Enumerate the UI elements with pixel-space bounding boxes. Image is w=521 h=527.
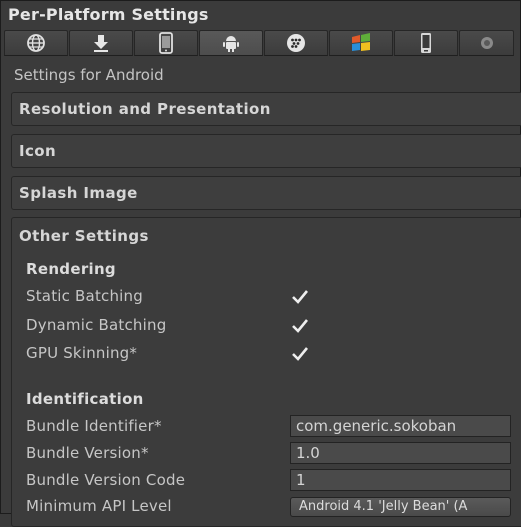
tab-web[interactable]: [4, 30, 68, 56]
tab-console[interactable]: [459, 30, 514, 56]
static-batching-checkbox[interactable]: [290, 287, 310, 307]
dynamic-batching-label: Dynamic Batching: [26, 316, 167, 334]
checkmark-icon: [292, 347, 309, 361]
blackberry-icon: [287, 34, 305, 52]
tab-android[interactable]: [199, 30, 263, 56]
checkmark-icon: [292, 290, 309, 304]
minimum-api-level-dropdown[interactable]: Android 4.1 'Jelly Bean' (A: [290, 497, 511, 517]
download-icon: [94, 35, 108, 52]
rendering-heading: Rendering: [26, 260, 116, 278]
settings-for-label: Settings for Android: [14, 66, 164, 84]
android-icon: [223, 36, 239, 52]
bundle-version-field[interactable]: 1.0: [290, 442, 511, 464]
tab-windows-store[interactable]: [329, 30, 393, 56]
panel-title: Per-Platform Settings: [8, 5, 209, 24]
dynamic-batching-checkbox[interactable]: [290, 316, 310, 336]
bundle-identifier-field[interactable]: com.generic.sokoban: [290, 415, 511, 437]
gpu-skinning-label: GPU Skinning*: [26, 344, 138, 362]
gpu-skinning-checkbox[interactable]: [290, 344, 310, 364]
tab-standalone[interactable]: [69, 30, 133, 56]
ios-device-icon: [159, 32, 173, 54]
section-label[interactable]: Other Settings: [19, 227, 149, 245]
bundle-version-code-label: Bundle Version Code: [26, 471, 186, 489]
tab-ios[interactable]: [134, 30, 198, 56]
windows-flag-icon: [352, 33, 370, 51]
platform-tab-bar: [4, 30, 521, 57]
section-resolution-and-presentation[interactable]: Resolution and Presentation: [11, 92, 521, 126]
phone-icon: [421, 33, 431, 53]
section-splash-image[interactable]: Splash Image: [11, 176, 521, 210]
console-disc-icon: [480, 37, 493, 49]
minimum-api-level-label: Minimum API Level: [26, 497, 172, 515]
section-label: Splash Image: [19, 184, 138, 202]
bundle-identifier-label: Bundle Identifier*: [26, 417, 162, 435]
globe-icon: [27, 34, 45, 52]
checkmark-icon: [292, 319, 309, 333]
tab-blackberry[interactable]: [264, 30, 328, 56]
section-label: Resolution and Presentation: [19, 100, 271, 118]
static-batching-label: Static Batching: [26, 287, 143, 305]
bundle-version-code-field[interactable]: 1: [290, 469, 511, 491]
section-icon[interactable]: Icon: [11, 134, 521, 168]
tab-windows-phone[interactable]: [394, 30, 458, 56]
section-label: Icon: [19, 142, 57, 160]
identification-heading: Identification: [26, 390, 144, 408]
bundle-version-label: Bundle Version*: [26, 444, 149, 462]
